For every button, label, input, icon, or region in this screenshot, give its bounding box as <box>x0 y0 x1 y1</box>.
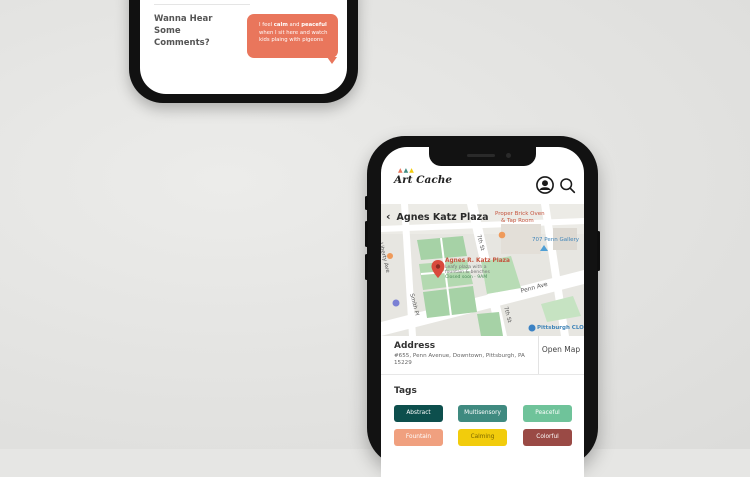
notch <box>429 147 536 166</box>
comments-screen: Wanna Hear Some Comments? I feel calm an… <box>140 0 347 94</box>
map-view[interactable]: ‹ Agnes Katz Plaza Agnes R. Katz Plaza Le… <box>381 204 584 336</box>
tag-peaceful[interactable]: Peaceful <box>523 405 572 422</box>
address-text: #655, Penn Avenue, Downtown, Pittsburgh,… <box>394 353 525 366</box>
tag-fountain[interactable]: Fountain <box>394 429 443 446</box>
mute-button <box>365 196 368 210</box>
location-title-text: Agnes Katz Plaza <box>396 212 489 223</box>
phone-frame-main: ▲▲▲ Art Cache ‹ Agnes Katz Plaza Agnes R… <box>365 136 600 477</box>
comment-text: and <box>287 22 302 28</box>
phone-frame-top: Wanna Hear Some Comments? I feel calm an… <box>129 0 358 103</box>
comment-bubble[interactable]: I feel calm and peaceful when I sit here… <box>247 14 338 58</box>
camera <box>506 153 511 158</box>
map-poi-label: Pittsburgh CLO <box>537 325 584 331</box>
map-pin-hours: Closed soon · 9AM <box>445 275 488 280</box>
app-screen: ▲▲▲ Art Cache ‹ Agnes Katz Plaza Agnes R… <box>381 147 584 477</box>
logo-text: Art Cache <box>394 174 453 186</box>
address-heading: Address <box>394 341 436 351</box>
volume-down-button <box>365 254 368 280</box>
map-pin-label: Agnes R. Katz Plaza <box>445 258 510 264</box>
comment-keyword: peaceful <box>301 22 327 28</box>
location-title: ‹ Agnes Katz Plaza <box>386 210 489 223</box>
power-button <box>597 231 600 271</box>
account-icon[interactable] <box>536 176 554 194</box>
tag-calming[interactable]: Calming <box>458 429 507 446</box>
volume-up-button <box>365 221 368 247</box>
comment-keyword: calm <box>273 22 288 28</box>
app-logo[interactable]: ▲▲▲ Art Cache <box>394 167 453 186</box>
map-poi-label: & Tap Room <box>501 218 534 224</box>
tag-colorful[interactable]: Colorful <box>523 429 572 446</box>
map-poi-label: 707 Penn Gallery <box>532 237 580 243</box>
tags-heading: Tags <box>394 386 417 396</box>
comment-text: when I sit here and watch kids plaing wi… <box>259 29 328 44</box>
comments-prompt: Wanna Hear Some Comments? <box>154 14 213 48</box>
search-icon[interactable] <box>559 177 576 194</box>
open-map-button[interactable]: Open Map <box>541 345 581 355</box>
chevron-left-icon[interactable]: ‹ <box>386 210 391 223</box>
divider <box>538 336 539 374</box>
divider <box>154 4 250 5</box>
app-bar: ▲▲▲ Art Cache <box>381 166 584 204</box>
bubble-tail <box>327 57 337 64</box>
speaker <box>467 154 495 157</box>
address-section: Address #655, Penn Avenue, Downtown, Pit… <box>381 336 584 375</box>
logo-marks-icon: ▲▲▲ <box>398 167 415 174</box>
tag-abstract[interactable]: Abstract <box>394 405 443 422</box>
comment-text: I feel <box>259 22 274 28</box>
map-poi-label: Proper Brick Oven <box>495 211 545 217</box>
tag-multisensory[interactable]: Multisensory <box>458 405 507 422</box>
